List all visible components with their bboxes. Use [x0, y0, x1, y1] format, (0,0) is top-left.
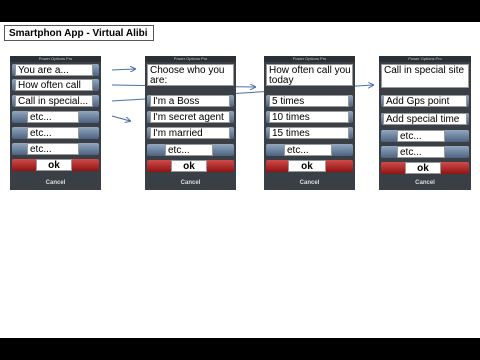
- option-15-times[interactable]: 15 times: [269, 127, 349, 139]
- ok-button[interactable]: ok: [171, 160, 207, 172]
- etc-button[interactable]: etc...: [397, 146, 445, 158]
- option-5-times[interactable]: 5 times: [269, 95, 349, 107]
- add-time-button[interactable]: Add special time: [383, 113, 467, 125]
- cancel-button[interactable]: Cancel: [10, 180, 101, 186]
- phone-screen-4: Power Options Pro Call in special site A…: [379, 56, 471, 190]
- you-are-button[interactable]: You are a...: [15, 64, 93, 76]
- option-secret-agent[interactable]: I'm secret agent: [150, 111, 230, 123]
- cancel-button[interactable]: Cancel: [379, 180, 471, 186]
- how-often-button[interactable]: How often call: [15, 79, 93, 91]
- arrow-4: [111, 115, 130, 121]
- cancel-button[interactable]: Cancel: [145, 180, 236, 186]
- etc-button[interactable]: etc...: [284, 144, 332, 156]
- etc-button[interactable]: etc...: [165, 144, 213, 156]
- etc-button[interactable]: etc...: [27, 143, 79, 155]
- etc-button[interactable]: etc...: [27, 127, 79, 139]
- call-special-button[interactable]: Call in special...: [15, 95, 93, 107]
- prompt-label: How often call you today: [266, 64, 353, 86]
- phone-header: Power Options Pro: [10, 56, 101, 62]
- option-married[interactable]: I'm married: [150, 127, 230, 139]
- cancel-button[interactable]: Cancel: [264, 180, 355, 186]
- phone-header: Power Options Pro: [264, 56, 355, 62]
- prompt-label: Choose who you are:: [147, 64, 234, 86]
- arrow-1: [111, 69, 135, 70]
- phone-header: Power Options Pro: [379, 56, 471, 62]
- option-10-times[interactable]: 10 times: [269, 111, 349, 123]
- add-gps-button[interactable]: Add Gps point: [383, 95, 467, 107]
- ok-button[interactable]: ok: [288, 160, 326, 172]
- phone-screen-1: Power Options Pro You are a... How often…: [10, 56, 101, 190]
- ok-button[interactable]: ok: [405, 162, 441, 174]
- phone-header: Power Options Pro: [145, 56, 236, 62]
- phone-screen-2: Power Options Pro Choose who you are: I'…: [145, 56, 236, 190]
- phone-screen-3: Power Options Pro How often call you tod…: [264, 56, 355, 190]
- ok-button[interactable]: ok: [36, 159, 72, 171]
- prompt-label: Call in special site: [381, 64, 469, 88]
- etc-button[interactable]: etc...: [27, 111, 79, 123]
- option-boss[interactable]: I'm a Boss: [150, 95, 230, 107]
- etc-button[interactable]: etc...: [397, 130, 445, 142]
